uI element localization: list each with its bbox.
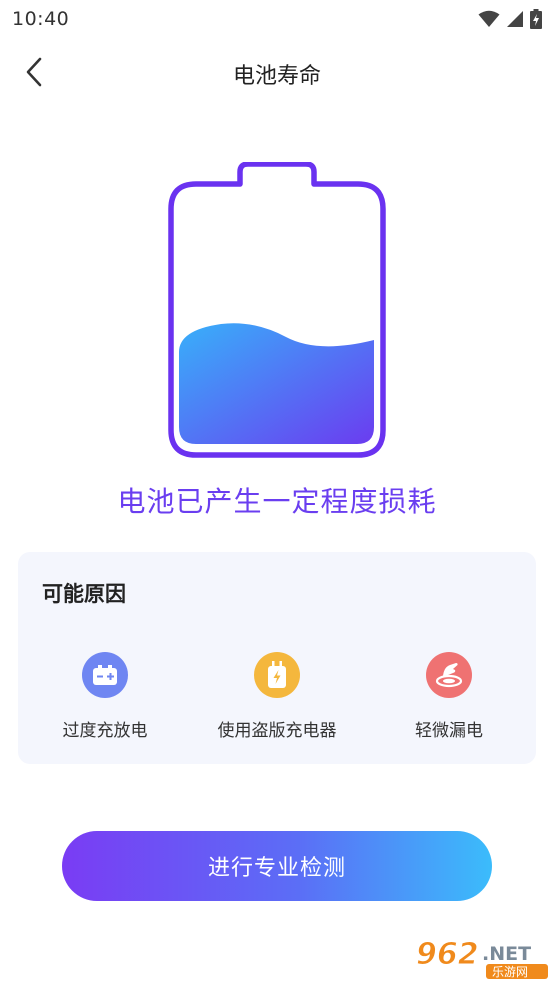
professional-check-button[interactable]: 进行专业检测 [62,831,492,901]
leak-hand-icon [426,652,472,698]
battery-charging-icon [530,9,542,29]
svg-text:.NET: .NET [482,943,531,965]
nav-bar: 电池寿命 [0,38,554,104]
page-title: 电池寿命 [232,64,321,89]
battery-status-headline: 电池已产生一定程度损耗 [117,485,437,518]
status-bar: 10:40 [0,0,554,38]
battery-plus-minus-icon [82,652,128,698]
reasons-title: 可能原因 [42,582,126,606]
site-watermark-logo: 962 .NET 乐游网 [416,937,548,979]
wifi-icon [478,10,500,27]
status-icons [478,9,542,29]
reason-label: 过度充放电 [62,721,148,741]
possible-reasons-card: 可能原因 过度充放电 使用盗版充电器 轻微漏电 [18,552,536,764]
charger-bolt-icon [254,652,300,698]
reason-item-pirated-charger: 使用盗版充电器 [192,652,362,752]
battery-level-illustration [168,162,386,458]
reason-item-overcharge: 过度充放电 [20,652,190,752]
signal-icon [507,11,523,27]
reason-label: 使用盗版充电器 [217,721,337,741]
status-time: 10:40 [12,8,70,30]
reason-label: 轻微漏电 [415,721,483,741]
svg-text:962: 962 [416,937,479,972]
reason-item-minor-leakage: 轻微漏电 [364,652,534,752]
battery-life-screen: 10:40 电池寿命 电池已产生一定程度损耗 可能原因 过度充放电 使用盗版充电… [0,0,554,984]
svg-text:乐游网: 乐游网 [492,965,528,979]
